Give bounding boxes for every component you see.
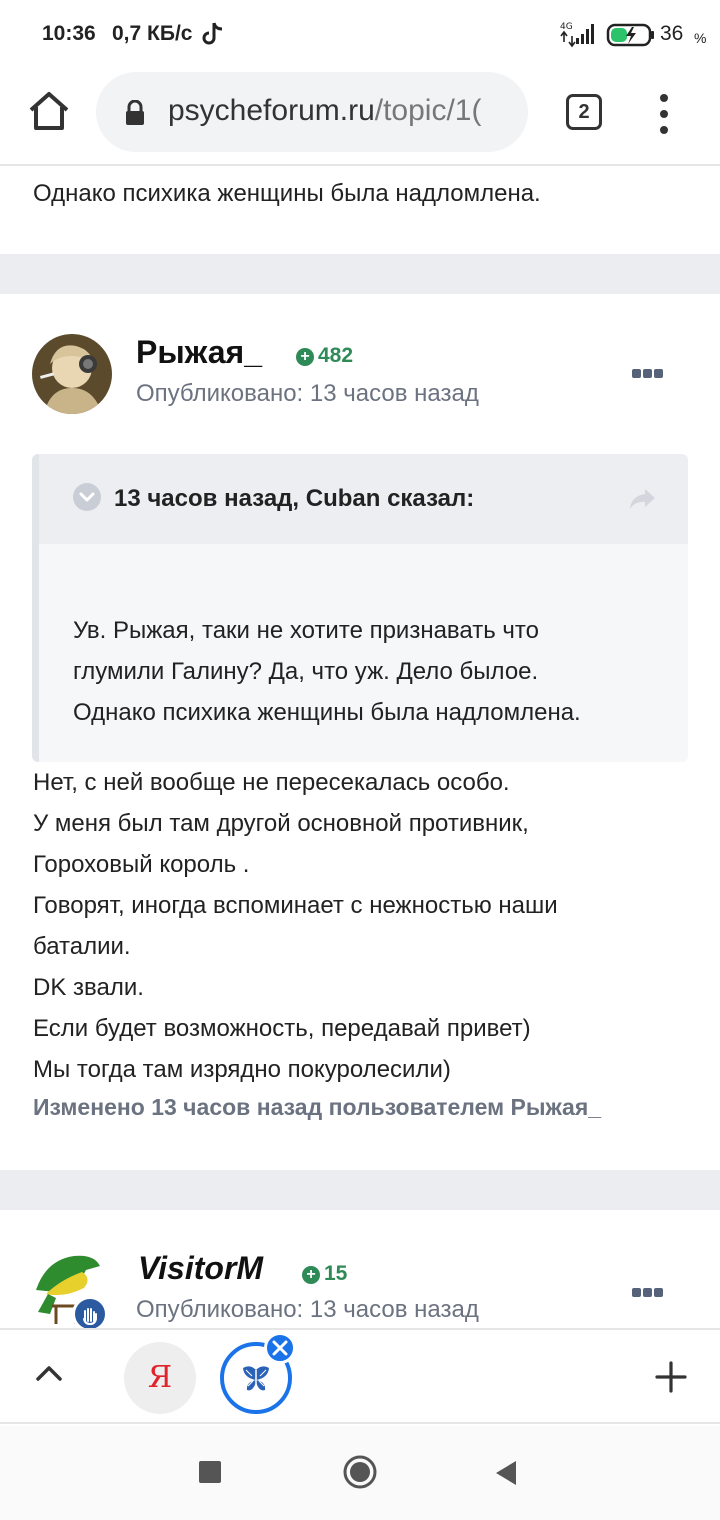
forum-post-next: VisitorM +15 Опубликовано: 13 часов наза… [0,1210,720,1328]
butterfly-icon [243,1366,269,1391]
reputation-value: 482 [318,344,354,367]
hand-icon-glyph [83,1308,97,1326]
url-path: /topic/1( [374,94,482,127]
tab-strip: Я [0,1328,720,1424]
tab-switcher-button[interactable]: 2 [566,94,602,130]
post-line: DK звали. [33,974,144,1001]
post-line: баталии. [33,933,131,960]
post-line: У меня был там другой основной противник… [33,810,529,837]
reputation-badge: +15 [302,1262,347,1286]
status-speed: 0,7 КБ/с [112,22,193,45]
plus-icon: + [296,348,314,366]
avatar-image [32,334,112,414]
avatar-next[interactable] [32,1250,108,1328]
edited-note: Изменено 13 часов назад пользователем Ры… [33,1094,602,1120]
recent-apps-icon[interactable] [199,1461,221,1483]
previous-post-text: Однако психика женщины была надломлена. [33,180,541,207]
chevron-up-icon[interactable] [34,1362,64,1384]
chevron-down-icon[interactable] [72,482,102,512]
post-options-button[interactable] [632,1284,666,1297]
plus-icon: + [302,1266,320,1284]
quote-line: Ув. Рыжая, таки не хотите признавать что [73,617,539,644]
hand-icon [72,1296,108,1328]
browser-toolbar: psycheforum.ru/topic/1( 2 [0,72,720,166]
post-line: Мы тогда там изрядно покуролесили) [33,1056,451,1083]
quote-line: Однако психика женщины была надломлена. [73,699,581,726]
status-bar: 10:36 0,7 КБ/с 4G 36 % [0,0,720,72]
post-line: Нет, с ней вообще не пересекалась особо. [33,769,510,796]
tiktok-icon [202,22,223,45]
battery-icon [606,23,654,47]
post-line: Гороховый король . [33,851,250,878]
post-body: Нет, с ней вообще не пересекалась особо.… [33,762,558,1090]
quote-body: Ув. Рыжая, таки не хотите признавать что… [73,610,581,733]
quote-block: 13 часов назад, Cuban сказал: Ув. Рыжая,… [32,454,688,762]
back-icon[interactable] [494,1459,518,1487]
post-author[interactable]: Рыжая_ [136,334,262,371]
quote-header: 13 часов назад, Cuban сказал: [39,454,688,544]
system-nav-bar [0,1426,720,1520]
tab-yandex[interactable]: Я [124,1342,196,1414]
quote-line: глумили Галину? Да, что уж. Дело былое. [73,658,539,685]
url-host: psycheforum.ru [168,94,375,127]
reputation-badge: +482 [296,344,353,368]
previous-post-tail: Однако психика женщины была надломлена. [0,168,720,254]
url-text: psycheforum.ru/topic/1( [168,94,481,128]
battery-percent: 36 [660,22,684,45]
avatar[interactable] [32,334,112,414]
post-date: Опубликовано: 13 часов назад [136,1296,479,1323]
forum-post: Рыжая_ +482 Опубликовано: 13 часов назад… [0,294,720,1170]
post-date: Опубликовано: 13 часов назад [136,380,479,407]
address-bar[interactable]: psycheforum.ru/topic/1( [96,72,528,152]
post-line: Говорят, иногда вспоминает с нежностью н… [33,892,558,919]
lock-icon [126,100,144,125]
share-icon[interactable] [629,487,657,511]
page-content: Однако психика женщины была надломлена. … [0,168,720,1328]
more-vert-icon[interactable] [652,92,676,136]
status-time: 10:36 [42,22,96,45]
svg-text:4G: 4G [560,22,573,32]
signal-icon: 4G [560,22,594,48]
battery-percent-sign: % [694,30,707,46]
home-icon[interactable] [24,86,74,136]
post-options-button[interactable] [632,365,666,378]
post-line: Если будет возможность, передавай привет… [33,1015,531,1042]
close-tab-icon[interactable] [264,1332,296,1364]
home-nav-icon[interactable] [342,1454,378,1490]
quote-title: 13 часов назад, Cuban сказал: [114,485,475,512]
post-author[interactable]: VisitorM [138,1250,263,1287]
plus-icon[interactable] [655,1361,687,1393]
reputation-value: 15 [324,1262,348,1285]
